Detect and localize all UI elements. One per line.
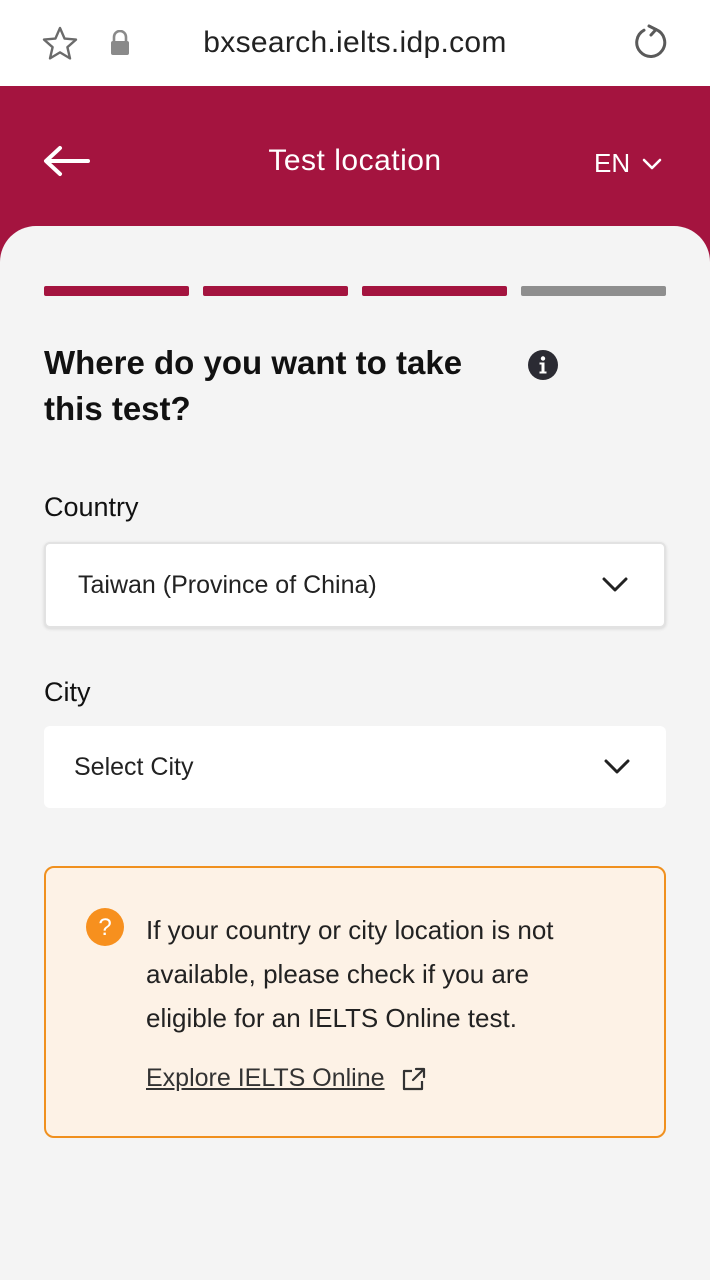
language-selector[interactable]: EN <box>594 148 662 179</box>
city-placeholder: Select City <box>74 752 194 781</box>
country-select[interactable]: Taiwan (Province of China) <box>44 542 666 628</box>
ielts-online-notice: ? If your country or city location is no… <box>44 866 666 1138</box>
question-heading: Where do you want to take this test? <box>44 344 463 427</box>
progress-step-3 <box>362 286 507 296</box>
link-label: Explore IELTS Online <box>146 1064 385 1092</box>
chevron-down-icon <box>604 759 630 774</box>
country-value: Taiwan (Province of China) <box>78 570 377 599</box>
language-label: EN <box>594 148 631 178</box>
progress-step-1 <box>44 286 189 296</box>
main-card: Where do you want to take this test? Cou… <box>0 226 710 1280</box>
notice-text: If your country or city location is not … <box>146 915 554 1033</box>
city-label: City <box>44 677 91 707</box>
svg-text:?: ? <box>98 914 111 941</box>
progress-step-2 <box>203 286 348 296</box>
chevron-down-icon <box>642 158 662 169</box>
progress-bar <box>44 286 666 296</box>
app-header: Test location EN <box>0 86 710 246</box>
chevron-down-icon <box>602 577 628 592</box>
reload-icon[interactable] <box>630 22 672 64</box>
question-icon: ? <box>86 908 124 946</box>
explore-ielts-online-link[interactable]: Explore IELTS Online <box>146 1064 427 1093</box>
country-label: Country <box>44 492 139 522</box>
city-select[interactable]: Select City <box>44 726 666 808</box>
info-icon[interactable] <box>528 350 558 380</box>
url-text[interactable]: bxsearch.ielts.idp.com <box>0 26 710 60</box>
progress-step-4 <box>521 286 666 296</box>
external-link-icon <box>402 1067 425 1090</box>
browser-address-bar: bxsearch.ielts.idp.com <box>0 0 710 86</box>
